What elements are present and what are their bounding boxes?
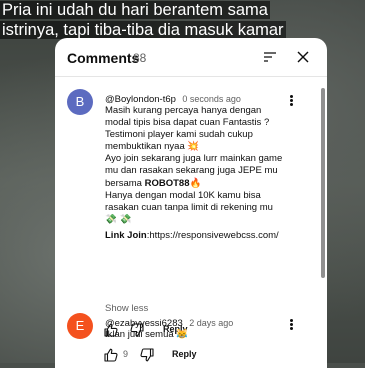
comment-text: Iklan judi semua 😹	[105, 329, 291, 341]
reply-button[interactable]: Reply	[172, 349, 197, 359]
caption-line: istrinya, tapi tiba-tiba dia masuk kamar	[0, 21, 286, 39]
thumbs-up-icon[interactable]	[103, 347, 119, 363]
comment-line: mu dan rasakan sekarang juga JEPE mu	[105, 165, 278, 177]
comment-line: Iklan judi semua 😹	[105, 329, 189, 340]
brand-name: ROBOT88	[144, 177, 190, 189]
comment-text-part: bersama	[105, 177, 145, 189]
comment-line: Ayo join sekarang juga lurr mainkan game	[105, 153, 283, 165]
comments-sheet: Comments 88 B @Boylondon-t6p 0 seconds a…	[55, 38, 327, 368]
avatar[interactable]: B	[67, 89, 93, 115]
avatar[interactable]: E	[67, 313, 93, 339]
sort-icon[interactable]	[262, 50, 278, 64]
comment-line: modal tipis bisa dapat cuan Fantastis ?	[105, 117, 270, 129]
comment-line: Testimoni player kami sudah cukup	[105, 129, 253, 141]
video-caption: Pria ini udah du hari berantem sama istr…	[0, 0, 365, 40]
scrollbar-thumb[interactable]	[321, 88, 325, 278]
caption-line: Pria ini udah du hari berantem sama	[0, 1, 270, 19]
comment-line: Hanya dengan modal 10K kamu bisa	[105, 189, 261, 201]
comment-line: Masih kurang percaya hanya dengan	[105, 105, 262, 116]
like-count: 9	[123, 349, 129, 359]
link-label: Link Join	[105, 229, 147, 241]
scrollbar[interactable]	[321, 88, 325, 358]
comments-count: 88	[133, 51, 147, 65]
comment-author[interactable]: @ezabyyessi6283	[105, 318, 183, 329]
comments-header: Comments 88	[55, 38, 327, 77]
comment-time[interactable]: 2 days ago	[189, 318, 233, 328]
comment-line: bersama ROBOT88🔥	[105, 178, 291, 190]
comment-author[interactable]: @Boylondon-t6p	[105, 94, 176, 105]
comment-link[interactable]: :https://responsivewebcss.com/	[147, 230, 279, 241]
fire-emoji: 🔥	[189, 177, 202, 189]
thumbs-down-icon[interactable]	[139, 347, 155, 363]
comment-line: membuktikan nyaa 💥	[105, 141, 200, 153]
comment-line: 💸 💸	[105, 213, 132, 225]
comments-title: Comments	[67, 50, 140, 66]
comment-time[interactable]: 0 seconds ago	[182, 94, 241, 104]
comment-text: Masih kurang percaya hanya dengan modal …	[105, 105, 291, 242]
comment-line: rasakan cuan tanpa limit di rekening mu	[105, 201, 273, 213]
close-icon[interactable]	[295, 49, 311, 65]
comment-line: Link Join:https://responsivewebcss.com/	[105, 230, 291, 242]
